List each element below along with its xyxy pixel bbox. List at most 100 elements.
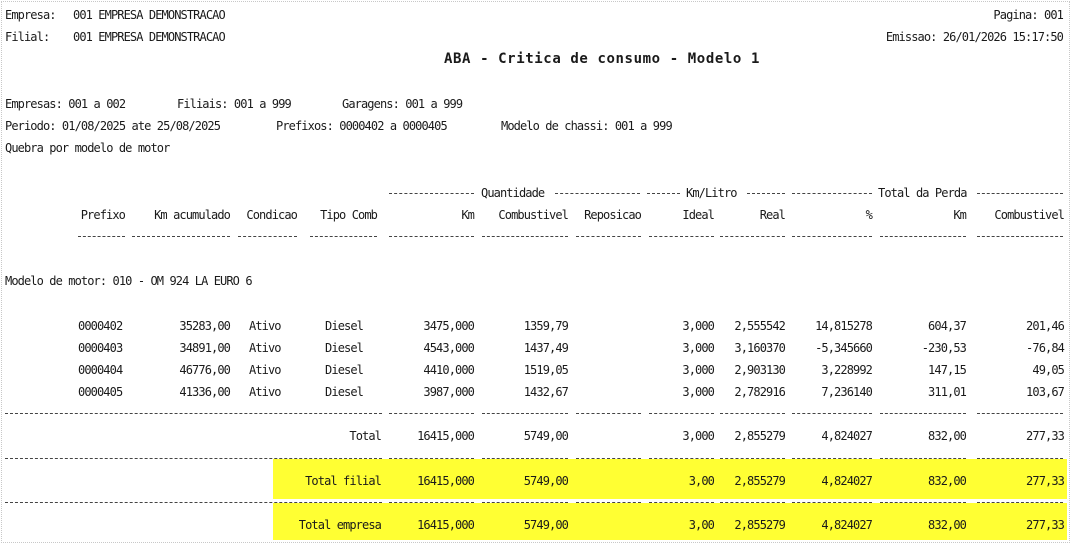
cell-ideal: 3,000 <box>682 319 715 333</box>
row-separator <box>482 413 568 414</box>
cell-pct: 7,236140 <box>821 385 873 399</box>
total-perda-km: 832,00 <box>928 429 967 443</box>
row-separator <box>649 458 714 459</box>
total-empresa-perda-km: 832,00 <box>928 518 967 532</box>
cell-condicao: Ativo <box>249 319 282 333</box>
group-total-perda: Total da Perda <box>878 186 967 200</box>
total-empresa-ideal: 3,00 <box>688 518 715 532</box>
row-separator <box>977 413 1063 414</box>
cell-perda-combustivel: 201,46 <box>1026 319 1065 333</box>
col-km-acumulado: Km acumulado <box>154 208 231 222</box>
total-ideal: 3,000 <box>682 429 715 443</box>
col-condicao: Condicao <box>246 208 298 222</box>
group-line <box>647 193 680 194</box>
filter-prefixos: Prefixos: 0000402 a 0000405 <box>276 119 448 133</box>
cell-combustivel: 1437,49 <box>523 341 569 355</box>
cell-km: 4410,000 <box>423 363 475 377</box>
page-number: Pagina: 001 <box>993 8 1063 22</box>
total-real: 2,855279 <box>734 429 786 443</box>
total-empresa-real: 2,855279 <box>734 518 786 532</box>
cell-condicao: Ativo <box>249 341 282 355</box>
cell-ideal: 3,000 <box>682 363 715 377</box>
cell-prefixo: 0000405 <box>78 385 123 399</box>
row-separator <box>977 458 1063 459</box>
col-underline <box>310 236 377 237</box>
row-separator <box>880 413 966 414</box>
col-underline <box>132 236 230 237</box>
row-separator <box>576 458 641 459</box>
cell-km: 3475,000 <box>423 319 475 333</box>
filter-periodo: Periodo: 01/08/2025 ate 25/08/2025 <box>5 119 221 133</box>
cell-prefixo: 0000403 <box>78 341 123 355</box>
cell-km-acumulado: 41336,00 <box>179 385 231 399</box>
total-filial-combustivel: 5749,00 <box>523 474 569 488</box>
group-line <box>977 193 1063 194</box>
row-separator <box>649 413 714 414</box>
cell-perda-km: -230,53 <box>921 341 967 355</box>
col-underline <box>576 236 641 237</box>
col-underline <box>389 236 474 237</box>
total-combustivel: 5749,00 <box>523 429 569 443</box>
row-separator <box>389 413 474 414</box>
total-filial-label: Total filial <box>305 474 382 488</box>
total-filial-perda-combustivel: 277,33 <box>1026 474 1065 488</box>
filter-empresas: Empresas: 001 a 002 <box>5 97 126 111</box>
total-empresa-pct: 4,824027 <box>821 518 873 532</box>
col-underline <box>78 236 125 237</box>
col-km: Km <box>461 208 475 222</box>
col-pct: % <box>865 208 873 222</box>
cell-pct: 14,815278 <box>815 319 873 333</box>
col-underline <box>238 236 297 237</box>
row-separator <box>880 502 966 503</box>
col-underline <box>880 236 966 237</box>
filial-value: 001 EMPRESA DEMONSTRACAO <box>73 30 226 44</box>
cell-real: 2,782916 <box>734 385 786 399</box>
cell-pct: -5,345660 <box>815 341 873 355</box>
cell-tipo-comb: Diesel <box>325 363 364 377</box>
cell-perda-combustivel: -76,84 <box>1026 341 1065 355</box>
cell-perda-km: 311,01 <box>928 385 967 399</box>
total-empresa-km: 16415,000 <box>417 518 475 532</box>
filter-modelo-chassi: Modelo de chassi: 001 a 999 <box>501 119 673 133</box>
empresa-value: 001 EMPRESA DEMONSTRACAO <box>73 8 226 22</box>
row-separator <box>482 502 568 503</box>
col-combustivel: Combustivel <box>498 208 568 222</box>
total-filial-km: 16415,000 <box>417 474 475 488</box>
cell-combustivel: 1519,05 <box>523 363 569 377</box>
cell-km-acumulado: 35283,00 <box>179 319 231 333</box>
group-quantidade: Quantidade <box>481 186 545 200</box>
row-separator <box>880 458 966 459</box>
group-line <box>747 193 785 194</box>
row-separator <box>720 502 785 503</box>
total-filial-perda-km: 832,00 <box>928 474 967 488</box>
report-title: ABA - Critica de consumo - Modelo 1 <box>443 51 760 67</box>
filial-label: Filial: <box>5 30 50 44</box>
col-underline <box>977 236 1063 237</box>
cell-tipo-comb: Diesel <box>325 341 364 355</box>
cell-km-acumulado: 46776,00 <box>179 363 231 377</box>
row-separator <box>792 502 872 503</box>
total-perda-combustivel: 277,33 <box>1026 429 1065 443</box>
col-real: Real <box>759 208 786 222</box>
cell-prefixo: 0000402 <box>78 319 123 333</box>
col-perda-km: Km <box>953 208 967 222</box>
row-separator <box>649 502 714 503</box>
cell-real: 2,903130 <box>734 363 786 377</box>
row-separator <box>5 502 382 503</box>
row-separator <box>720 413 785 414</box>
group-line <box>389 193 474 194</box>
col-underline <box>792 236 872 237</box>
col-perda-combustivel: Combustivel <box>994 208 1064 222</box>
row-separator <box>482 458 568 459</box>
cell-prefixo: 0000404 <box>78 363 123 377</box>
total-pct: 4,824027 <box>821 429 873 443</box>
cell-perda-combustivel: 103,67 <box>1026 385 1065 399</box>
emission-date: Emissao: 26/01/2026 15:17:50 <box>885 30 1064 44</box>
col-underline <box>482 236 568 237</box>
total-filial-real: 2,855279 <box>734 474 786 488</box>
filter-quebra: Quebra por modelo de motor <box>5 141 170 155</box>
total-filial-ideal: 3,00 <box>688 474 715 488</box>
cell-ideal: 3,000 <box>682 385 715 399</box>
total-empresa-perda-combustivel: 277,33 <box>1026 518 1065 532</box>
cell-perda-combustivel: 49,05 <box>1032 363 1065 377</box>
